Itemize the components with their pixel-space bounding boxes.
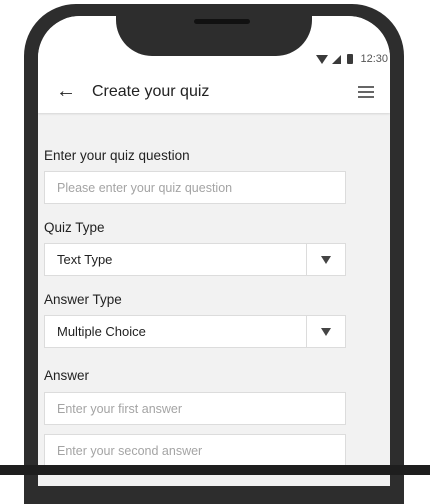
answer-type-label: Answer Type (44, 292, 122, 307)
answer-label: Answer (44, 368, 90, 383)
quiz-type-select[interactable]: Text Type (44, 243, 346, 276)
wifi-icon (316, 54, 329, 64)
arrow-left-icon[interactable]: ← (56, 81, 76, 101)
quiz-type-value: Text Type (57, 252, 113, 267)
quiz-type-label: Quiz Type (44, 220, 105, 235)
status-time: 12:30 (360, 53, 388, 65)
answer-type-select[interactable]: Multiple Choice (44, 315, 346, 348)
question-label: Enter your quiz question (44, 148, 190, 163)
first-answer-field[interactable] (44, 392, 346, 425)
question-field[interactable] (44, 171, 346, 204)
list-icon[interactable] (358, 86, 374, 98)
first-answer-input[interactable] (45, 401, 345, 416)
page-title: Create your quiz (92, 83, 210, 100)
bottom-edge (0, 465, 430, 475)
caret-down-icon (321, 255, 331, 264)
second-answer-input[interactable] (45, 443, 345, 458)
speaker-grille (194, 19, 250, 24)
caret-down-icon (321, 327, 331, 336)
signal-icon (332, 54, 342, 64)
dropdown-button[interactable] (306, 316, 345, 347)
battery-icon (347, 54, 354, 64)
second-answer-field[interactable] (44, 434, 346, 467)
status-bar: 12:30 (316, 52, 388, 66)
answer-type-value: Multiple Choice (57, 324, 146, 339)
question-input[interactable] (45, 180, 345, 195)
dropdown-button[interactable] (306, 244, 345, 275)
